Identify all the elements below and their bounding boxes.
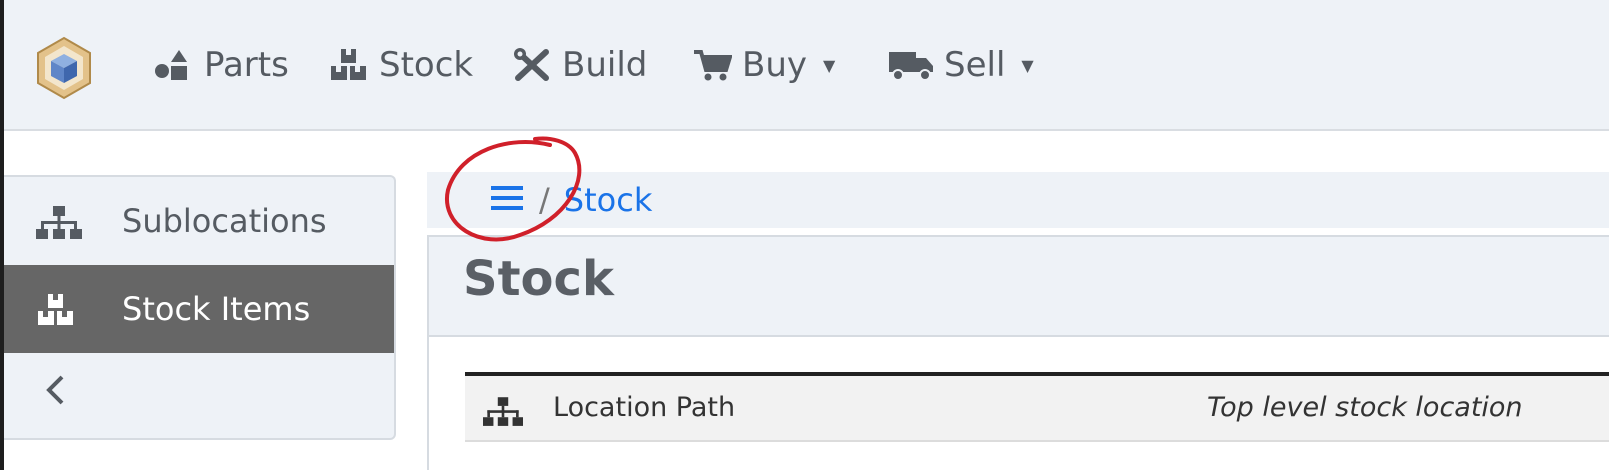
breadcrumb-separator: /	[539, 181, 550, 219]
location-path-label: Location Path	[553, 392, 736, 423]
sitemap-icon	[36, 206, 82, 239]
nav-build[interactable]: Build	[512, 40, 647, 90]
sidebar: Sublocations Stock Items	[4, 175, 396, 440]
nav-build-label: Build	[562, 45, 648, 85]
nav-stock-label: Stock	[379, 45, 474, 85]
boxes-icon	[38, 294, 73, 325]
app-page: Parts Stock Build Buy ▼ Sell ▼ Sublocati…	[4, 0, 1609, 470]
location-path-value: Top level stock location	[1207, 392, 1523, 423]
chevron-down-icon: ▼	[1021, 55, 1034, 75]
sidebar-item-label: Sublocations	[122, 202, 327, 240]
bars-icon[interactable]	[491, 181, 523, 219]
nav-buy[interactable]: Buy ▼	[692, 40, 835, 90]
sidebar-item-stock-items[interactable]: Stock Items	[4, 265, 394, 353]
cart-icon	[694, 50, 732, 81]
chevron-left-icon[interactable]	[44, 373, 66, 416]
nav-stock[interactable]: Stock	[329, 40, 473, 90]
page-title: Stock	[463, 251, 614, 307]
breadcrumb-link-stock[interactable]: Stock	[564, 181, 653, 219]
chevron-down-icon: ▼	[823, 55, 836, 75]
sitemap-icon	[483, 397, 523, 426]
nav-buy-label: Buy	[742, 45, 807, 85]
nav-parts[interactable]: Parts	[154, 40, 289, 90]
truck-icon	[889, 52, 933, 81]
inventree-logo-icon[interactable]	[32, 36, 96, 100]
nav-sell-label: Sell	[944, 45, 1006, 85]
main-panel: Stock Location Path Top level stock loca…	[427, 235, 1609, 470]
details-table: Location Path Top level stock location	[465, 372, 1609, 456]
top-navbar: Parts Stock Build Buy ▼ Sell ▼	[4, 0, 1609, 131]
shapes-icon	[155, 50, 187, 80]
sidebar-item-label: Stock Items	[122, 290, 311, 328]
nav-sell[interactable]: Sell ▼	[888, 40, 1034, 90]
tools-icon	[514, 48, 549, 81]
nav-parts-label: Parts	[204, 45, 289, 85]
boxes-icon	[331, 49, 366, 80]
table-row: Location Path Top level stock location	[465, 376, 1609, 442]
breadcrumb: / Stock	[427, 172, 1609, 228]
panel-header: Stock	[429, 237, 1609, 337]
sidebar-item-sublocations[interactable]: Sublocations	[4, 177, 394, 265]
